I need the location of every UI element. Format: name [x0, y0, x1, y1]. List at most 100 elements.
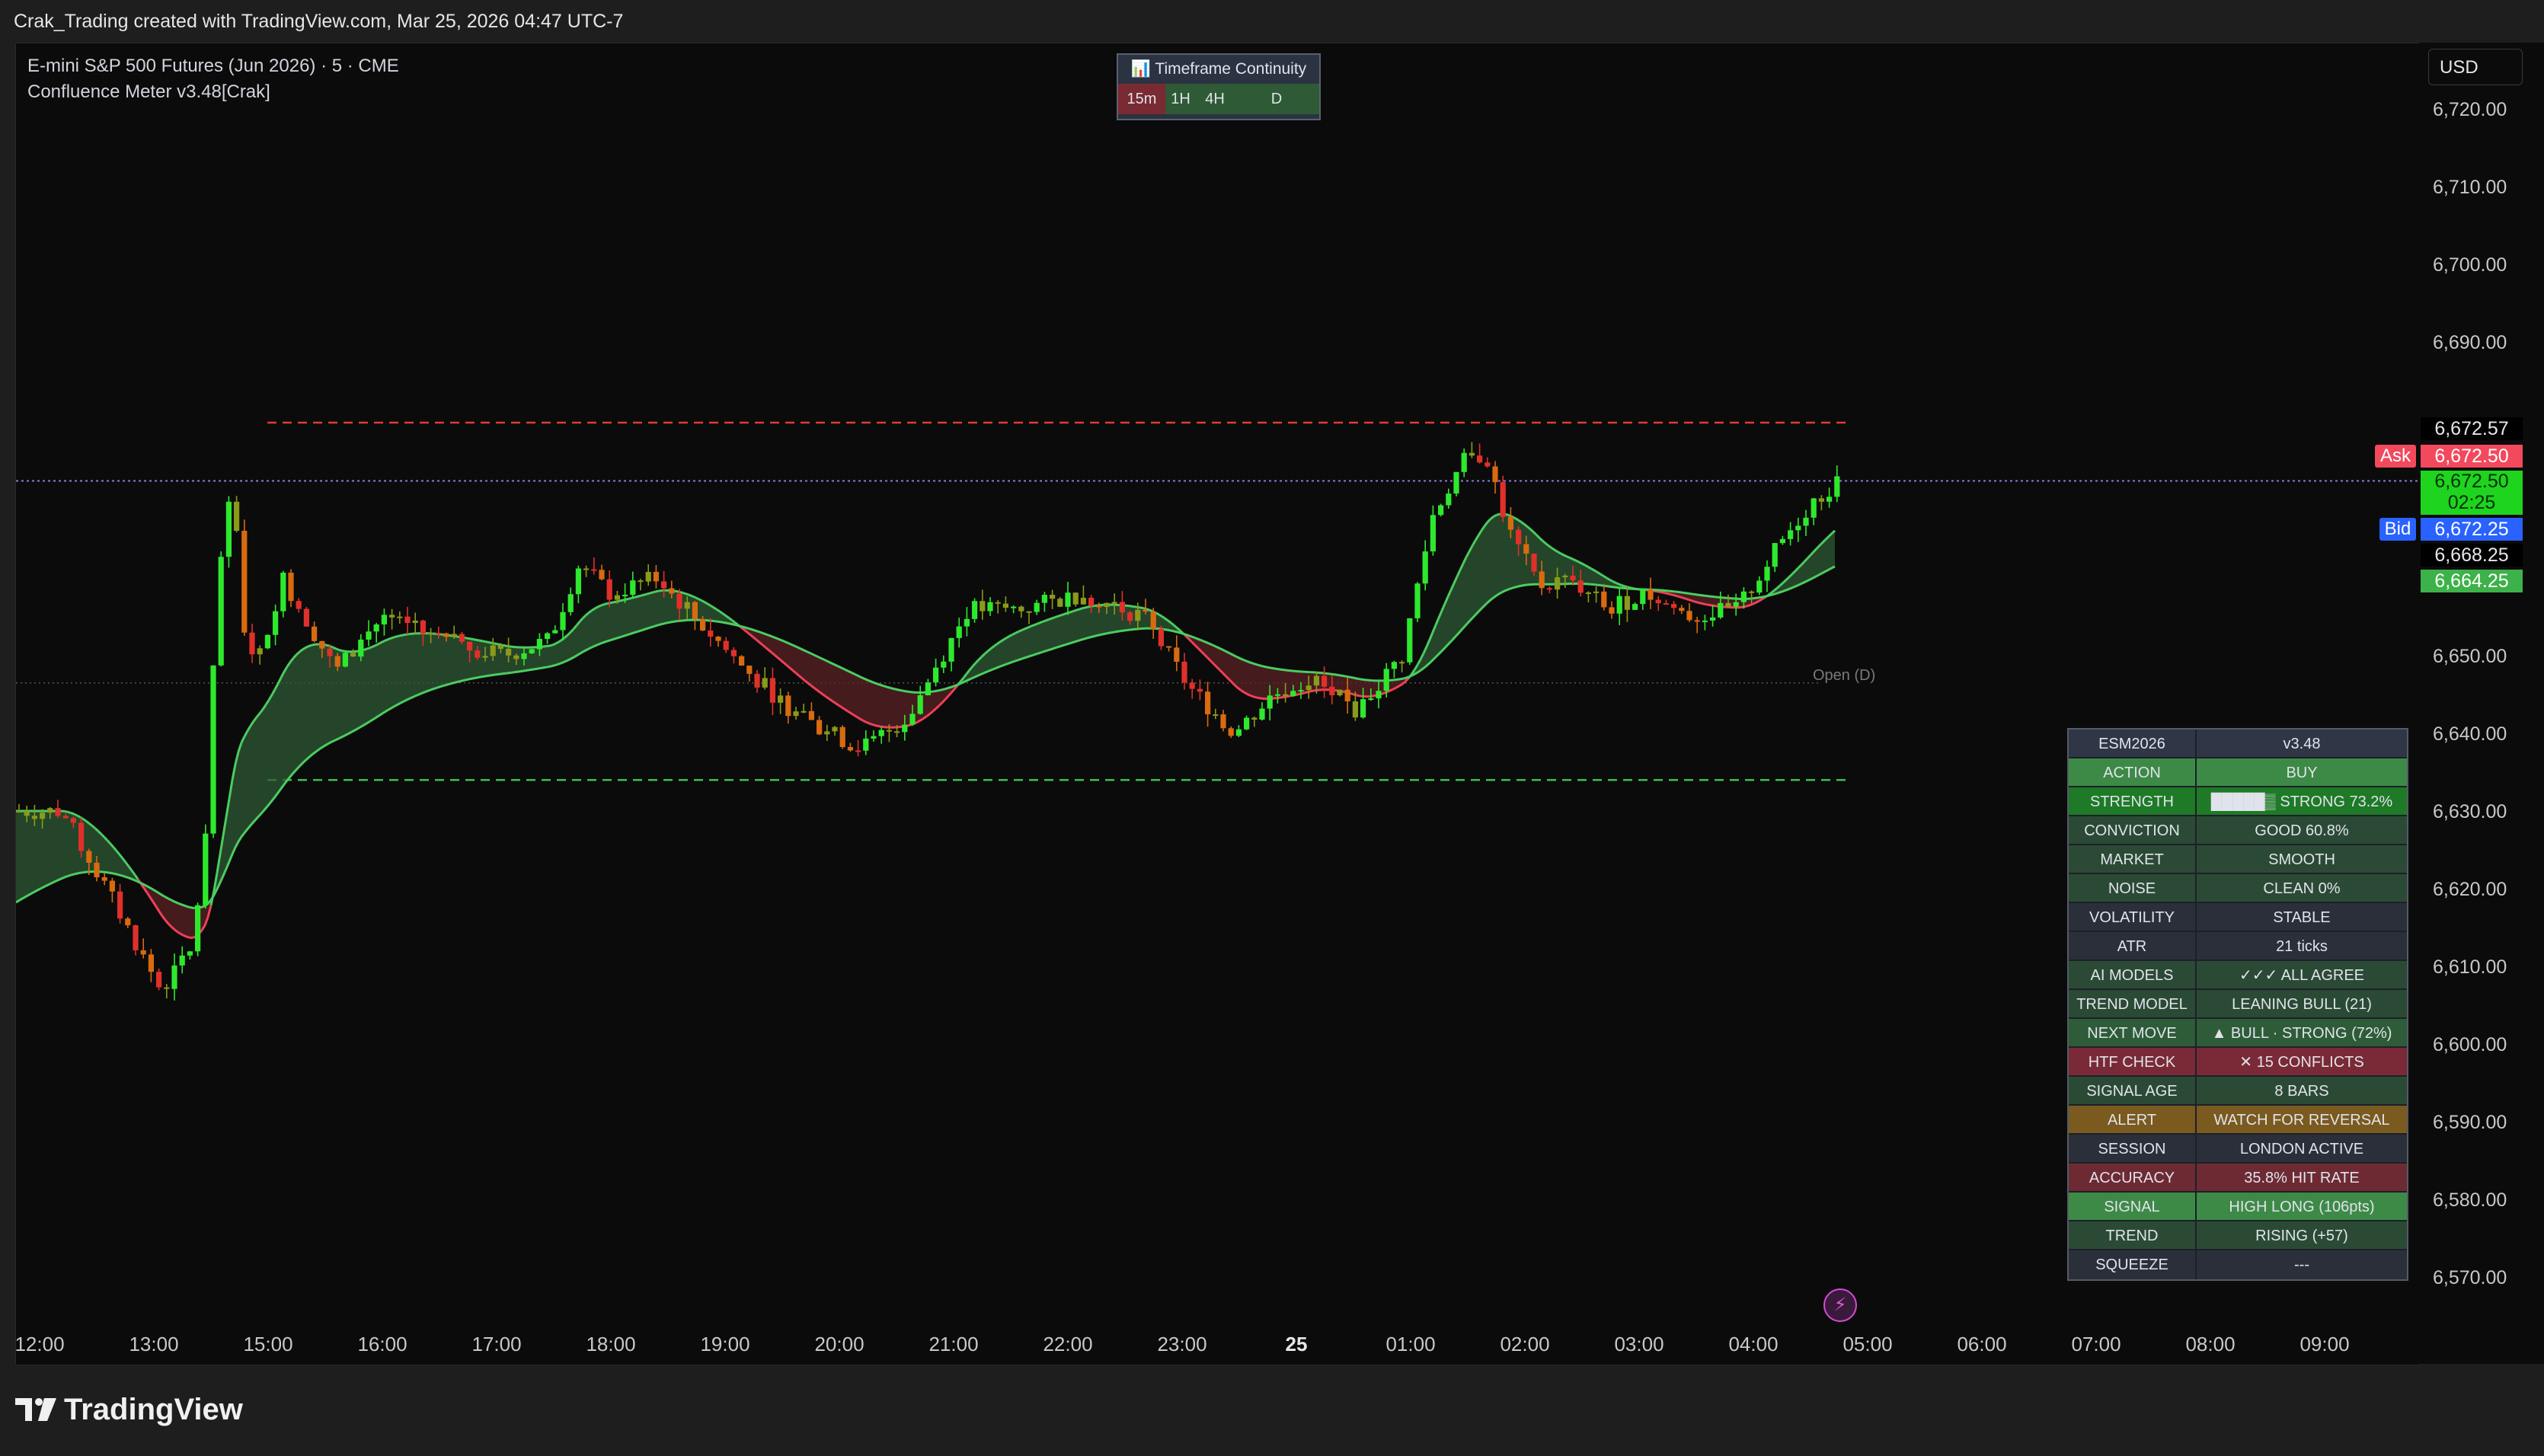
time-tick: 05:00	[1842, 1333, 1893, 1355]
candle-body	[925, 682, 931, 696]
candle-body	[1570, 575, 1576, 581]
fast-ema-line	[1691, 599, 1695, 603]
candle-body	[684, 602, 690, 609]
ema-cloud	[376, 643, 379, 718]
candle-body	[1740, 591, 1747, 602]
fast-ema-line	[381, 640, 385, 643]
candle-body	[972, 601, 978, 619]
fast-ema-line	[692, 595, 696, 599]
candle-body	[1679, 608, 1685, 611]
tradingview-logo[interactable]: TradingView	[15, 1391, 243, 1429]
fast-ema-line	[551, 643, 556, 647]
ema-cloud	[1085, 606, 1088, 639]
dashboard-row-htf-check: HTF CHECK ✕ 15 CONFLICTS	[2069, 1048, 2407, 1077]
fast-ema-line	[1584, 564, 1589, 568]
ema-cloud	[1491, 516, 1494, 600]
candle-body	[1718, 602, 1724, 618]
fast-ema-line	[1712, 604, 1717, 608]
candle-body	[886, 730, 892, 732]
ema-cloud	[1527, 526, 1530, 585]
candle-body	[1088, 597, 1095, 606]
dashboard-value: 8 BARS	[2197, 1077, 2407, 1104]
candle-body	[195, 905, 201, 952]
dashboard-row-strength: STRENGTH █████▒ STRONG 73.2%	[2069, 787, 2407, 816]
fast-ema-line	[646, 592, 650, 595]
fast-ema-line	[399, 634, 404, 637]
ema-cloud	[869, 680, 872, 725]
fast-ema-line	[308, 643, 312, 648]
ema-cloud	[439, 634, 443, 688]
candle-body	[1609, 607, 1615, 614]
fast-ema-line	[871, 723, 876, 726]
ema-cloud	[884, 686, 887, 728]
symbol-title[interactable]: E-mini S&P 500 Futures (Jun 2026) · 5 · …	[27, 53, 399, 79]
candle-body	[902, 724, 908, 733]
ema-cloud	[62, 811, 65, 879]
ema-cloud	[577, 621, 580, 656]
fast-ema-line	[1493, 513, 1497, 518]
price-tick: 6,700.00	[2433, 254, 2507, 276]
ema-cloud	[616, 601, 619, 639]
fast-ema-line	[497, 643, 501, 647]
fast-ema-line	[1002, 637, 1007, 641]
candle-body	[1818, 498, 1824, 502]
currency-button[interactable]: USD	[2428, 49, 2523, 85]
ema-cloud	[412, 633, 415, 698]
ema-cloud	[184, 905, 187, 937]
candle-body	[412, 620, 418, 624]
fast-ema-line	[1587, 566, 1592, 570]
indicator-title[interactable]: Confluence Meter v3.48[Crak]	[27, 79, 399, 105]
ema-cloud	[659, 590, 662, 625]
fast-ema-line	[1688, 599, 1692, 602]
ema-cloud	[857, 675, 860, 719]
candle-body	[187, 951, 193, 956]
ema-cloud	[641, 595, 644, 631]
lightning-icon[interactable]: ⚡	[1823, 1288, 1857, 1322]
dashboard-value: WATCH FOR REVERSAL	[2197, 1106, 2407, 1133]
chart-pane[interactable]	[15, 43, 2420, 1365]
candlestick-chart[interactable]	[16, 43, 2419, 1365]
ema-cloud	[1466, 551, 1469, 625]
candle-body	[280, 572, 286, 611]
candle-body	[1274, 694, 1280, 696]
time-tick: 25	[1285, 1333, 1308, 1355]
fast-ema-line	[1758, 598, 1763, 602]
ema-cloud	[308, 645, 312, 758]
ema-cloud	[318, 643, 321, 751]
candle-body	[1072, 592, 1079, 605]
candle-body	[55, 808, 61, 816]
fast-ema-line	[1146, 608, 1150, 611]
ema-cloud	[388, 638, 391, 710]
candle-body	[249, 632, 255, 655]
candle-body	[1531, 554, 1537, 572]
dashboard-key: STRENGTH	[2069, 787, 2197, 815]
ema-cloud	[549, 645, 552, 667]
candle-body	[871, 736, 877, 739]
candle-body	[513, 655, 519, 659]
ema-cloud	[574, 625, 577, 658]
ema-cloud	[324, 644, 327, 747]
candle-body	[1080, 597, 1086, 605]
candle-body	[24, 811, 30, 816]
price-axis[interactable]	[2419, 43, 2544, 1364]
ema-cloud	[1561, 553, 1564, 584]
ema-cloud	[589, 610, 592, 649]
ema-cloud	[348, 651, 351, 734]
candle-body	[700, 618, 706, 631]
fast-ema-line	[311, 643, 315, 647]
candle-body	[1057, 599, 1063, 607]
time-tick: 04:00	[1728, 1333, 1779, 1355]
ema-cloud	[595, 606, 598, 647]
dashboard-row-action: ACTION BUY	[2069, 758, 2407, 787]
ema-cloud	[1521, 522, 1524, 586]
fast-ema-line	[1054, 615, 1059, 619]
snapshot-title: Crak_Trading created with TradingView.co…	[14, 11, 624, 32]
candle-body	[218, 557, 224, 666]
ema-cloud	[1028, 626, 1031, 657]
fast-ema-line	[1295, 693, 1299, 696]
price-tick: 6,570.00	[2433, 1267, 2507, 1288]
ema-cloud	[1567, 556, 1570, 584]
price-tick: 6,690.00	[2433, 332, 2507, 353]
ema-cloud	[924, 692, 927, 719]
fast-ema-line	[472, 638, 477, 641]
